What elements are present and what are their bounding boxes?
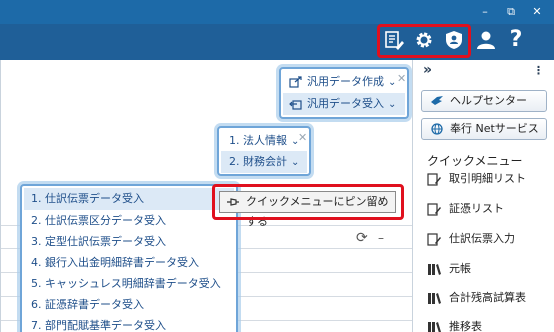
quick-menu-item-label: 元帳 [449, 262, 471, 275]
quick-menu-item-label: 取引明細リスト [449, 172, 526, 185]
import-list-item[interactable]: 7. 部門配賦基準データ受入 [24, 315, 234, 332]
window-strip [0, 0, 554, 24]
popup-close-icon[interactable]: ✕ [298, 131, 307, 144]
document-edit-icon [427, 203, 441, 216]
minimize-button[interactable]: – [476, 4, 494, 20]
help-center-label: ヘルプセンター [450, 94, 527, 107]
chevron-down-icon[interactable]: ⌄ [388, 77, 396, 88]
restore-button[interactable]: ⧉ [502, 4, 520, 20]
menu-item-financial-accounting[interactable]: 2. 財務会計 ⌄ [221, 151, 307, 173]
collapse-icon[interactable]: » [423, 62, 432, 78]
right-panel: » ⋮ ヘルプセンター 奉行 Netサービス クイックメニュー 取引明細リスト … [412, 60, 554, 332]
quick-menu-item-label: 合計残高試算表 [449, 291, 526, 304]
import-list-item[interactable]: 2. 仕訳伝票区分データ受入 [24, 210, 234, 232]
books-icon [428, 293, 441, 304]
globe-icon [431, 123, 443, 135]
quick-menu-item[interactable]: 元帳 [427, 260, 471, 278]
menu-item-general-data-create[interactable]: 汎用データ作成 ⌄ [283, 71, 405, 93]
quick-menu-item-label: 仕訳伝票入力 [449, 232, 515, 245]
quick-menu-title: クイックメニュー [427, 154, 523, 168]
quick-menu-item[interactable]: 仕訳伝票入力 [427, 230, 515, 248]
title-bar: – ⧉ ✕ ? [0, 0, 554, 60]
quick-menu-item-label: 推移表 [449, 320, 482, 332]
quick-menu-item[interactable]: 取引明細リスト [427, 170, 526, 188]
panel-tools: ⟳ – [356, 230, 396, 248]
quick-menu-item[interactable]: 合計残高試算表 [427, 289, 526, 307]
menu-item-label: 汎用データ受入 [307, 97, 384, 110]
document-edit-icon [427, 233, 441, 246]
menu-item-label: 1. 法人情報 [229, 134, 287, 147]
help-icon[interactable]: ? [504, 28, 528, 52]
tooltip-highlight [212, 184, 404, 220]
popup-category: 1. 法人情報 ⌄ 2. 財務会計 ⌄ ✕ [217, 126, 311, 176]
books-icon [428, 264, 441, 275]
popup-general-data: 汎用データ作成 ⌄ 汎用データ受入 ⌄ ✕ [279, 67, 409, 119]
right-panel-header: » ⋮ [413, 60, 554, 82]
export-icon [289, 76, 302, 88]
help-center-button[interactable]: ヘルプセンター [421, 90, 547, 112]
close-button[interactable]: ✕ [528, 4, 546, 20]
document-edit-icon [427, 173, 441, 186]
books-icon [428, 322, 441, 332]
more-menu-icon[interactable]: ⋮ [533, 64, 544, 77]
net-service-button[interactable]: 奉行 Netサービス [421, 118, 547, 140]
import-list-item[interactable]: 3. 定型仕訳伝票データ受入 [24, 231, 234, 253]
import-list-item[interactable]: 4. 銀行入出金明細辞書データ受入 [24, 252, 234, 274]
quick-menu-item[interactable]: 推移表 [427, 318, 482, 332]
chevron-down-icon[interactable]: ⌄ [388, 99, 396, 110]
quick-menu-item-label: 証憑リスト [449, 202, 504, 215]
popup-import-list: 1. 仕訳伝票データ受入 2. 仕訳伝票区分データ受入 3. 定型仕訳伝票データ… [20, 184, 238, 332]
import-icon [289, 100, 302, 110]
menu-item-corporate-info[interactable]: 1. 法人情報 ⌄ [221, 130, 307, 152]
bird-icon [431, 96, 443, 105]
net-service-label: 奉行 Netサービス [450, 122, 539, 135]
menu-item-general-data-import[interactable]: 汎用データ受入 ⌄ [283, 93, 405, 115]
user-icon[interactable] [474, 28, 498, 52]
menu-item-label: 汎用データ作成 [307, 75, 384, 88]
import-list-item[interactable]: 6. 証憑辞書データ受入 [24, 294, 234, 316]
toolbar-highlight [377, 24, 471, 58]
menu-item-label: 2. 財務会計 [229, 155, 287, 168]
quick-menu-item[interactable]: 証憑リスト [427, 200, 504, 218]
chevron-down-icon[interactable]: ⌄ [291, 157, 299, 168]
refresh-icon[interactable]: ⟳ [356, 230, 368, 246]
import-list-item[interactable]: 5. キャッシュレス明細辞書データ受入 [24, 273, 234, 295]
import-list-item[interactable]: 1. 仕訳伝票データ受入 [24, 188, 234, 210]
popup-close-icon[interactable]: ✕ [397, 72, 406, 85]
panel-minimize-button[interactable]: – [378, 231, 384, 245]
